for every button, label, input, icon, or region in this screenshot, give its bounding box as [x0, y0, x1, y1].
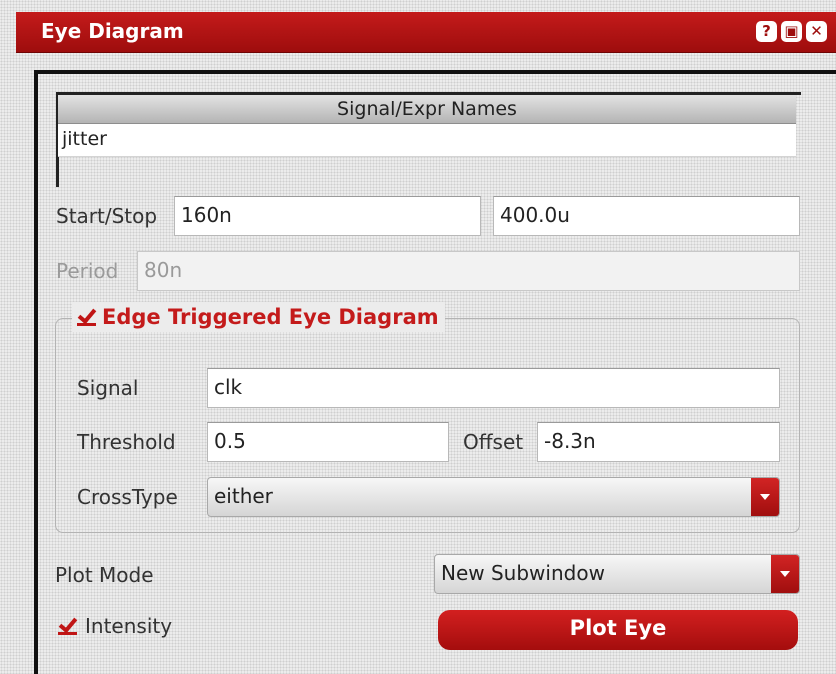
chevron-down-icon[interactable]	[771, 555, 799, 593]
stop-field[interactable]: 400.0u	[493, 196, 800, 236]
threshold-field[interactable]: 0.5	[207, 422, 449, 462]
threshold-label: Threshold	[77, 430, 176, 454]
plot-mode-select[interactable]: New Subwindow	[434, 554, 800, 594]
plot-mode-value: New Subwindow	[441, 561, 605, 585]
edge-triggered-checkbox[interactable]	[77, 309, 96, 326]
crosstype-value: either	[214, 484, 273, 508]
offset-field[interactable]: -8.3n	[537, 422, 780, 462]
intensity-option[interactable]: Intensity	[58, 614, 173, 638]
start-stop-label: Start/Stop	[56, 204, 158, 228]
help-button[interactable]: ?	[756, 21, 777, 42]
signal-list-header[interactable]: Signal/Expr Names	[58, 95, 796, 124]
chevron-down-icon[interactable]	[751, 478, 779, 516]
crosstype-label: CrossType	[77, 485, 178, 509]
signal-field[interactable]: clk	[207, 368, 780, 408]
window-title: Eye Diagram	[41, 19, 184, 43]
crosstype-select[interactable]: either	[207, 477, 780, 517]
close-button[interactable]: ✕	[806, 21, 827, 42]
title-bar[interactable]: Eye Diagram ? ▣ ✕	[16, 12, 836, 53]
plot-eye-button[interactable]: Plot Eye	[438, 610, 798, 650]
intensity-checkbox[interactable]	[58, 618, 77, 635]
signal-list-item[interactable]: jitter	[58, 124, 796, 157]
restore-button[interactable]: ▣	[781, 21, 802, 42]
period-field[interactable]: 80n	[137, 251, 800, 291]
intensity-label: Intensity	[85, 614, 173, 638]
plot-mode-label: Plot Mode	[55, 563, 154, 587]
edge-triggered-label: Edge Triggered Eye Diagram	[102, 305, 439, 329]
offset-label: Offset	[463, 430, 524, 454]
start-field[interactable]: 160n	[174, 196, 481, 236]
period-label: Period	[56, 259, 119, 283]
edge-triggered-legend[interactable]: Edge Triggered Eye Diagram	[72, 302, 445, 332]
signal-label: Signal	[77, 376, 139, 400]
